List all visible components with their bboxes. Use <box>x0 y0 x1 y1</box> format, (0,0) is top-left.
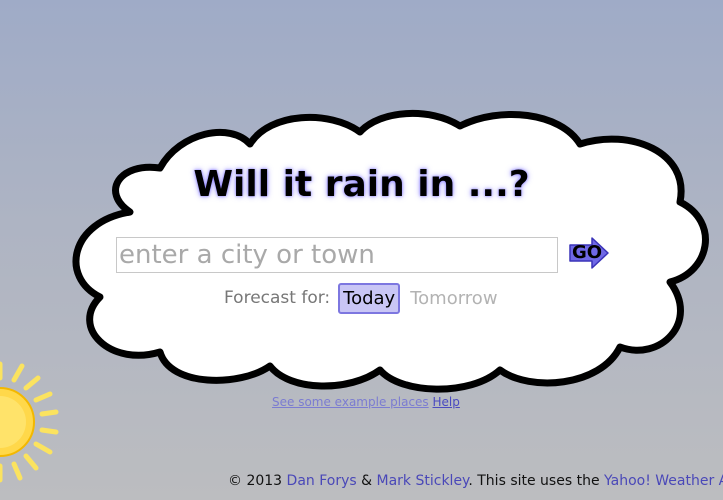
go-button[interactable]: GO <box>568 236 610 270</box>
copyright-text: © 2013 <box>228 473 283 489</box>
footer: © 2013 Dan Forys & Mark Stickley. This s… <box>228 473 723 489</box>
tomorrow-button[interactable]: Tomorrow <box>408 283 502 314</box>
yahoo-weather-api-link[interactable]: Yahoo! Weather API <box>604 473 723 489</box>
city-search-input[interactable] <box>116 237 558 273</box>
help-link[interactable]: Help <box>433 395 460 409</box>
example-places-link[interactable]: See some example places <box>272 395 429 409</box>
forecast-selector: Forecast for: Today Tomorrow <box>224 282 511 314</box>
go-label: GO <box>571 242 603 263</box>
today-button[interactable]: Today <box>338 282 401 314</box>
author-link-dan-forys[interactable]: Dan Forys <box>287 473 357 489</box>
ampersand-text: & <box>361 473 373 489</box>
author-link-mark-stickley[interactable]: Mark Stickley <box>377 473 469 489</box>
helper-links: See some example places Help <box>272 395 460 409</box>
forecast-label: Forecast for: <box>224 288 331 308</box>
page-title: Will it rain in ...? <box>193 164 530 205</box>
uses-text: . This site uses the <box>468 473 600 489</box>
